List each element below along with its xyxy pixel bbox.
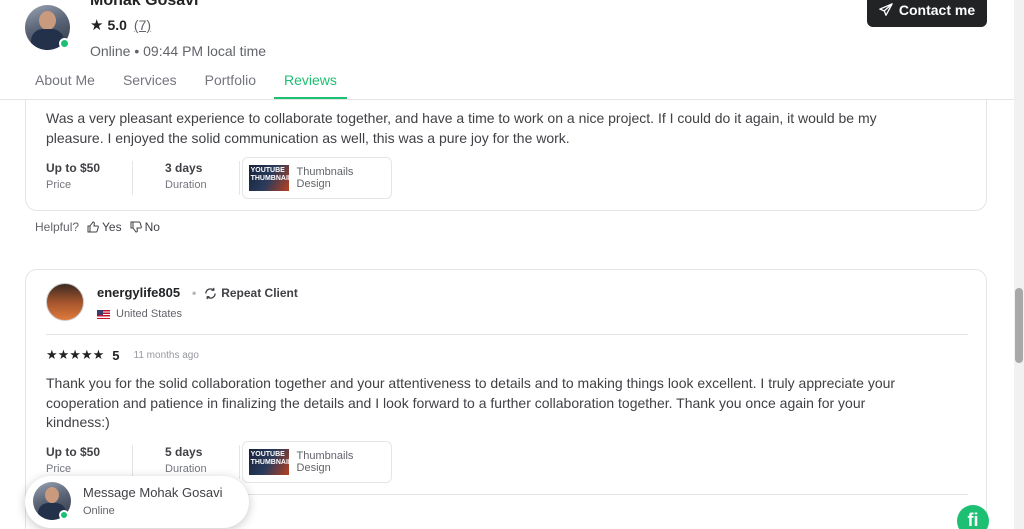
gig-thumbnail: YOUTUBE THUMBNAIL — [248, 165, 289, 191]
send-icon — [879, 2, 893, 16]
online-status-dot — [59, 510, 69, 520]
country-name: United States — [116, 308, 183, 320]
review-meta: Up to $50 Price 3 days Duration YOUTUBE … — [46, 157, 392, 199]
thumbs-up-icon — [87, 221, 99, 233]
seller-status: Online • 09:44 PM local time — [90, 43, 267, 59]
gig-link[interactable]: YOUTUBE THUMBNAIL Thumbnails Design — [241, 441, 392, 483]
review-count-link[interactable]: (7) — [134, 17, 151, 33]
price-info: Up to $50 Price — [46, 161, 134, 195]
helpful-row: Helpful? Yes No — [35, 220, 160, 234]
page-scrollbar[interactable] — [1014, 0, 1024, 529]
review-score: 5 — [112, 347, 120, 363]
repeat-client-label: Repeat Client — [221, 286, 298, 300]
seller-name: Mohak Gosavi — [90, 0, 199, 9]
seller-rating: ★ 5.0 (7) — [90, 17, 151, 33]
price-value: Up to $50 — [46, 161, 101, 175]
message-chip-status: Online — [83, 505, 115, 517]
duration-label: Duration — [165, 179, 207, 191]
reviewer-name: energylife805 — [97, 285, 181, 300]
us-flag-icon — [97, 309, 110, 319]
reviewer-country: United States — [97, 308, 182, 320]
duration-value: 5 days — [165, 445, 203, 459]
review-rating: ★★★★★ 5 11 months ago — [46, 347, 199, 363]
seller-header: Mohak Gosavi ★ 5.0 (7) Online • 09:44 PM… — [0, 0, 1014, 100]
repeat-icon — [205, 287, 216, 299]
gig-title: Thumbnails Design — [296, 450, 354, 474]
duration-label: Duration — [165, 463, 207, 475]
helpful-label: Helpful? — [35, 220, 80, 234]
star-icon: ★ — [90, 16, 104, 34]
contact-me-label: Contact me — [898, 1, 976, 18]
repeat-client-badge: • Repeat Client — [192, 286, 298, 300]
price-info: Up to $50 Price — [46, 445, 134, 479]
price-label: Price — [46, 179, 72, 191]
thumbs-down-icon — [130, 221, 142, 233]
online-status-dot — [59, 38, 70, 49]
fiverr-logo-icon[interactable]: fi — [957, 505, 989, 529]
price-value: Up to $50 — [46, 445, 101, 459]
helpful-no-label: No — [144, 220, 160, 234]
rating-score: 5.0 — [107, 17, 127, 33]
gig-link[interactable]: YOUTUBE THUMBNAIL Thumbnails Design — [241, 157, 392, 199]
divider — [46, 334, 968, 335]
tab-services[interactable]: Services — [123, 72, 177, 99]
helpful-no-button[interactable]: No — [130, 220, 160, 234]
review-time: 11 months ago — [133, 349, 199, 361]
tab-about-me[interactable]: About Me — [35, 72, 95, 99]
message-chip-title: Message Mohak Gosavi — [83, 485, 223, 500]
reviewer-avatar — [46, 283, 84, 321]
price-label: Price — [46, 463, 72, 475]
gig-thumbnail: YOUTUBE THUMBNAIL — [248, 449, 289, 475]
star-rating-icons: ★★★★★ — [46, 347, 105, 362]
message-seller-chip[interactable]: Message Mohak Gosavi Online — [25, 476, 249, 528]
duration-info: 5 days Duration — [165, 445, 240, 479]
contact-me-button[interactable]: Contact me — [867, 0, 987, 27]
scrollbar-thumb[interactable] — [1015, 288, 1023, 363]
review-text: Thank you for the solid collaboration to… — [46, 375, 896, 430]
profile-tabs: About Me Services Portfolio Reviews — [35, 72, 347, 99]
review-text: Was a very pleasant experience to collab… — [46, 110, 877, 146]
helpful-yes-button[interactable]: Yes — [87, 220, 122, 234]
duration-value: 3 days — [165, 161, 203, 175]
helpful-yes-label: Yes — [102, 220, 122, 234]
tab-portfolio[interactable]: Portfolio — [205, 72, 256, 99]
duration-info: 3 days Duration — [165, 161, 240, 195]
tab-reviews[interactable]: Reviews — [274, 72, 347, 99]
gig-title: Thumbnails Design — [296, 166, 354, 190]
